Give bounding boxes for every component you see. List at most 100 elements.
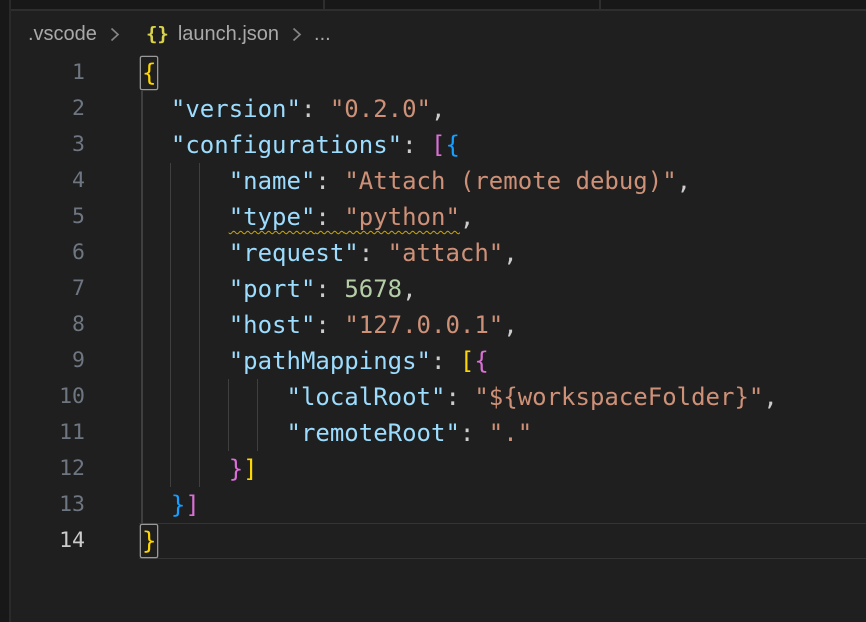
line-number[interactable]: 4: [0, 163, 85, 199]
code-line-content[interactable]: "name": "Attach (remote debug)",: [142, 163, 866, 199]
code-token: :: [315, 167, 344, 195]
indent-guide: [199, 199, 201, 235]
code-line-content[interactable]: "localRoot": "${workspaceFolder}",: [142, 379, 866, 415]
indent-guide: [199, 379, 201, 415]
code-line-content[interactable]: "port": 5678,: [142, 271, 866, 307]
code-token: ,: [503, 239, 517, 267]
line-number[interactable]: 12: [0, 451, 85, 487]
code-token: [142, 311, 229, 339]
code-token: [142, 95, 171, 123]
code-line-7[interactable]: 7 "port": 5678,: [0, 271, 866, 307]
breadcrumb: .vscode {} launch.json ...: [11, 13, 866, 55]
breadcrumb-symbol-path[interactable]: ...: [314, 23, 331, 46]
code-line-content[interactable]: "configurations": [{: [142, 127, 866, 163]
indent-guide: [141, 451, 143, 487]
indent-guide: [170, 379, 172, 415]
code-line-content[interactable]: "type": "python",: [142, 199, 866, 235]
indent-guide: [170, 343, 172, 379]
indent-guide: [199, 235, 201, 271]
code-token: [142, 419, 287, 447]
code-line-8[interactable]: 8 "host": "127.0.0.1",: [0, 307, 866, 343]
line-number[interactable]: 5: [0, 199, 85, 235]
code-line-content[interactable]: "version": "0.2.0",: [142, 91, 866, 127]
code-token: ,: [677, 167, 691, 195]
code-line-14[interactable]: 14}: [0, 523, 866, 559]
code-line-10[interactable]: 10 "localRoot": "${workspaceFolder}",: [0, 379, 866, 415]
tab-divider: [323, 0, 325, 11]
line-number[interactable]: 11: [0, 415, 85, 451]
chevron-right-icon: [290, 26, 303, 43]
code-line-12[interactable]: 12 }]: [0, 451, 866, 487]
code-line-content[interactable]: {: [142, 55, 866, 91]
indent-guide: [228, 415, 230, 451]
code-line-content[interactable]: }]: [142, 451, 866, 487]
code-editor[interactable]: 1{2 "version": "0.2.0",3 "configurations…: [0, 55, 866, 559]
code-line-3[interactable]: 3 "configurations": [{: [0, 127, 866, 163]
code-token: ,: [402, 275, 416, 303]
code-token: "localRoot": [287, 383, 446, 411]
indent-guide: [170, 199, 172, 235]
code-token: "pathMappings": [229, 347, 431, 375]
code-line-content[interactable]: "host": "127.0.0.1",: [142, 307, 866, 343]
indent-guide: [141, 307, 143, 343]
code-token: [142, 347, 229, 375]
line-number[interactable]: 7: [0, 271, 85, 307]
breadcrumb-file[interactable]: launch.json: [178, 23, 279, 46]
code-token: [142, 131, 171, 159]
indent-guide: [141, 199, 143, 235]
code-token: [: [431, 131, 445, 159]
code-line-11[interactable]: 11 "remoteRoot": ".": [0, 415, 866, 451]
code-line-content[interactable]: }]: [142, 487, 866, 523]
indent-guide: [228, 379, 230, 415]
indent-guide: [141, 271, 143, 307]
line-number[interactable]: 3: [0, 127, 85, 163]
code-token: {: [474, 347, 488, 375]
line-number[interactable]: 13: [0, 487, 85, 523]
code-line-2[interactable]: 2 "version": "0.2.0",: [0, 91, 866, 127]
code-token: ,: [431, 95, 445, 123]
chevron-right-icon: [108, 26, 121, 43]
code-token: [142, 455, 229, 483]
code-line-1[interactable]: 1{: [0, 55, 866, 91]
code-token: [142, 491, 171, 519]
code-line-content[interactable]: "pathMappings": [{: [142, 343, 866, 379]
code-line-6[interactable]: 6 "request": "attach",: [0, 235, 866, 271]
indent-guide: [141, 127, 143, 163]
tab-bar-strip: [11, 0, 866, 11]
code-token: :: [359, 239, 388, 267]
line-number[interactable]: 10: [0, 379, 85, 415]
code-token: :: [315, 203, 344, 231]
indent-guide: [199, 343, 201, 379]
code-token: "python": [344, 203, 460, 231]
line-number[interactable]: 9: [0, 343, 85, 379]
indent-guide: [141, 379, 143, 415]
indent-guide: [170, 271, 172, 307]
breadcrumb-folder[interactable]: .vscode: [28, 23, 97, 46]
line-number[interactable]: 8: [0, 307, 85, 343]
code-token: "remoteRoot": [287, 419, 460, 447]
indent-guide: [170, 451, 172, 487]
code-token: :: [402, 131, 431, 159]
code-token: [142, 239, 229, 267]
code-token: "attach": [388, 239, 504, 267]
code-token: ]: [243, 455, 257, 483]
line-number[interactable]: 2: [0, 91, 85, 127]
indent-guide: [170, 235, 172, 271]
code-token: [142, 275, 229, 303]
indent-guide: [141, 235, 143, 271]
line-number[interactable]: 6: [0, 235, 85, 271]
code-token: ]: [185, 491, 199, 519]
code-line-content[interactable]: "request": "attach",: [142, 235, 866, 271]
code-token: {: [445, 131, 459, 159]
line-number[interactable]: 1: [0, 55, 85, 91]
code-token: :: [445, 383, 474, 411]
code-line-5[interactable]: 5 "type": "python",: [0, 199, 866, 235]
code-line-9[interactable]: 9 "pathMappings": [{: [0, 343, 866, 379]
code-line-4[interactable]: 4 "name": "Attach (remote debug)",: [0, 163, 866, 199]
code-token: [: [460, 347, 474, 375]
code-line-13[interactable]: 13 }]: [0, 487, 866, 523]
line-number[interactable]: 14: [0, 523, 85, 559]
code-line-content[interactable]: "remoteRoot": ".": [142, 415, 866, 451]
code-token: "type": [229, 203, 316, 231]
code-line-content[interactable]: }: [142, 523, 866, 559]
